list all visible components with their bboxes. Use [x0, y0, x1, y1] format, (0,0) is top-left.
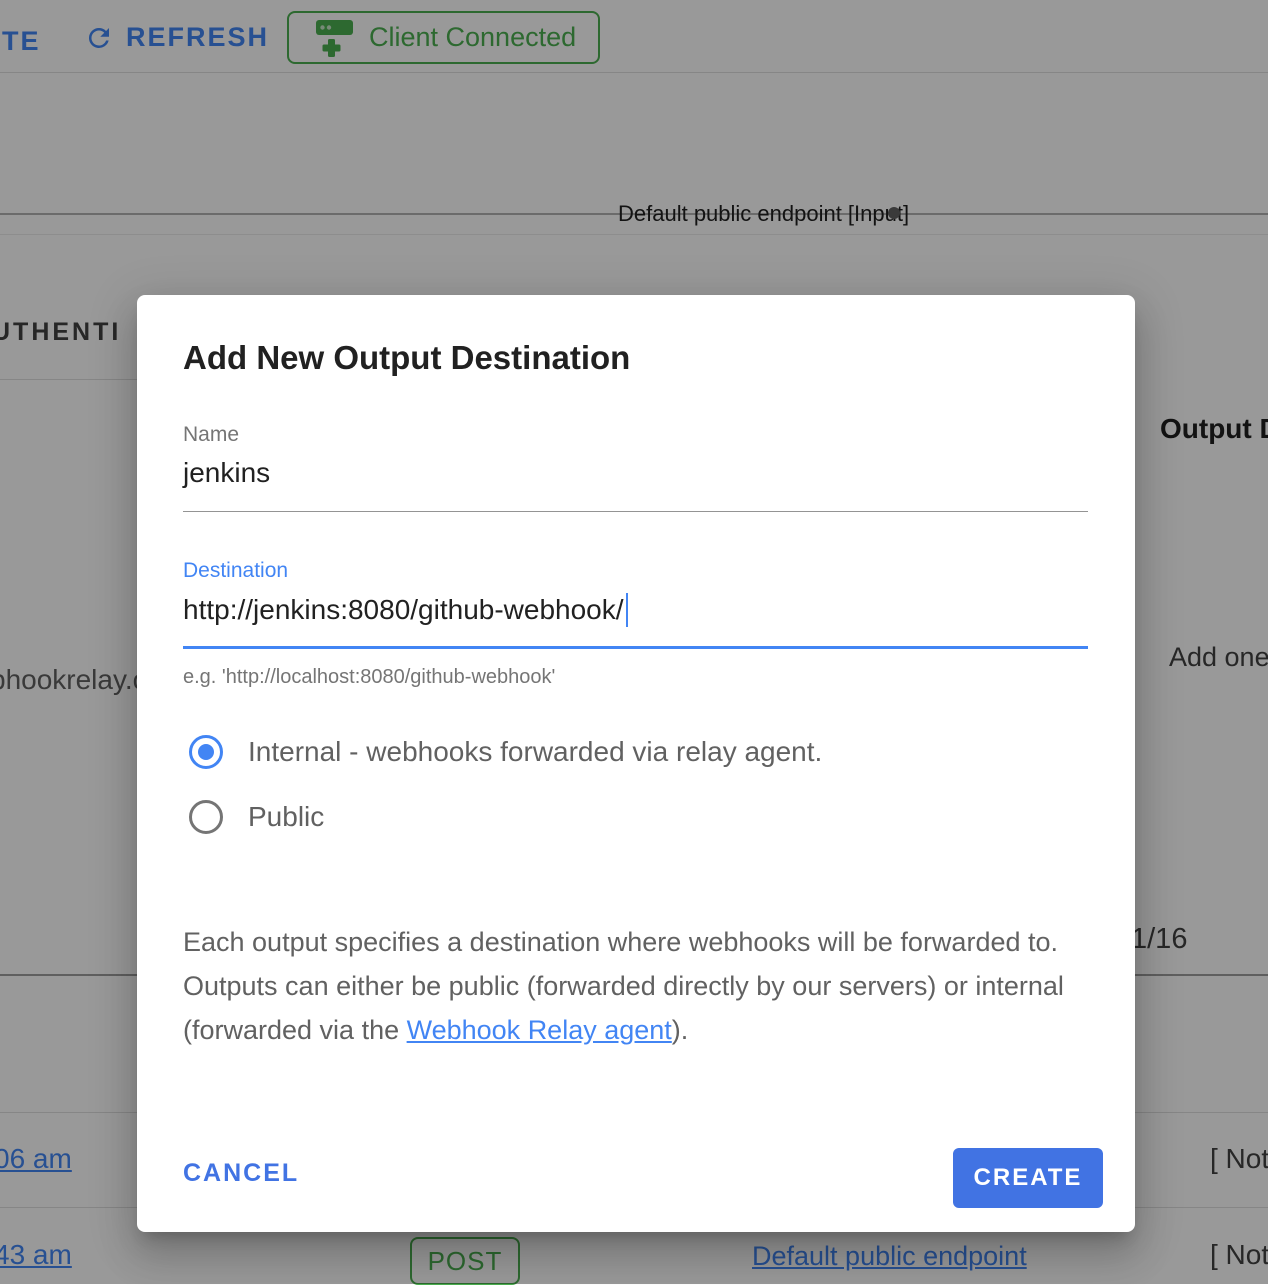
radio-public[interactable]: Public [189, 800, 324, 834]
radio-internal[interactable]: Internal - webhooks forwarded via relay … [189, 735, 822, 769]
dialog-description: Each output specifies a destination wher… [183, 920, 1093, 1052]
webhook-relay-agent-link[interactable]: Webhook Relay agent [407, 1015, 672, 1045]
radio-selected-icon [189, 735, 223, 769]
radio-internal-label: Internal - webhooks forwarded via relay … [248, 736, 822, 768]
radio-public-label: Public [248, 801, 324, 833]
destination-field-label: Destination [183, 559, 288, 583]
create-button[interactable]: CREATE [953, 1148, 1103, 1208]
name-field-label: Name [183, 423, 239, 447]
destination-input[interactable]: http://jenkins:8080/github-webhook/ [183, 593, 628, 627]
add-output-dialog: Add New Output Destination Name jenkins … [137, 295, 1135, 1232]
dialog-title: Add New Output Destination [183, 339, 630, 377]
description-text: ). [672, 1015, 689, 1045]
text-cursor [626, 593, 628, 627]
cancel-button[interactable]: CANCEL [183, 1159, 299, 1188]
destination-input-value: http://jenkins:8080/github-webhook/ [183, 594, 624, 626]
destination-input-underline [183, 646, 1088, 649]
destination-helper-text: e.g. 'http://localhost:8080/github-webho… [183, 666, 555, 689]
name-input[interactable]: jenkins [183, 457, 270, 489]
radio-unselected-icon [189, 800, 223, 834]
name-input-underline [183, 511, 1088, 512]
